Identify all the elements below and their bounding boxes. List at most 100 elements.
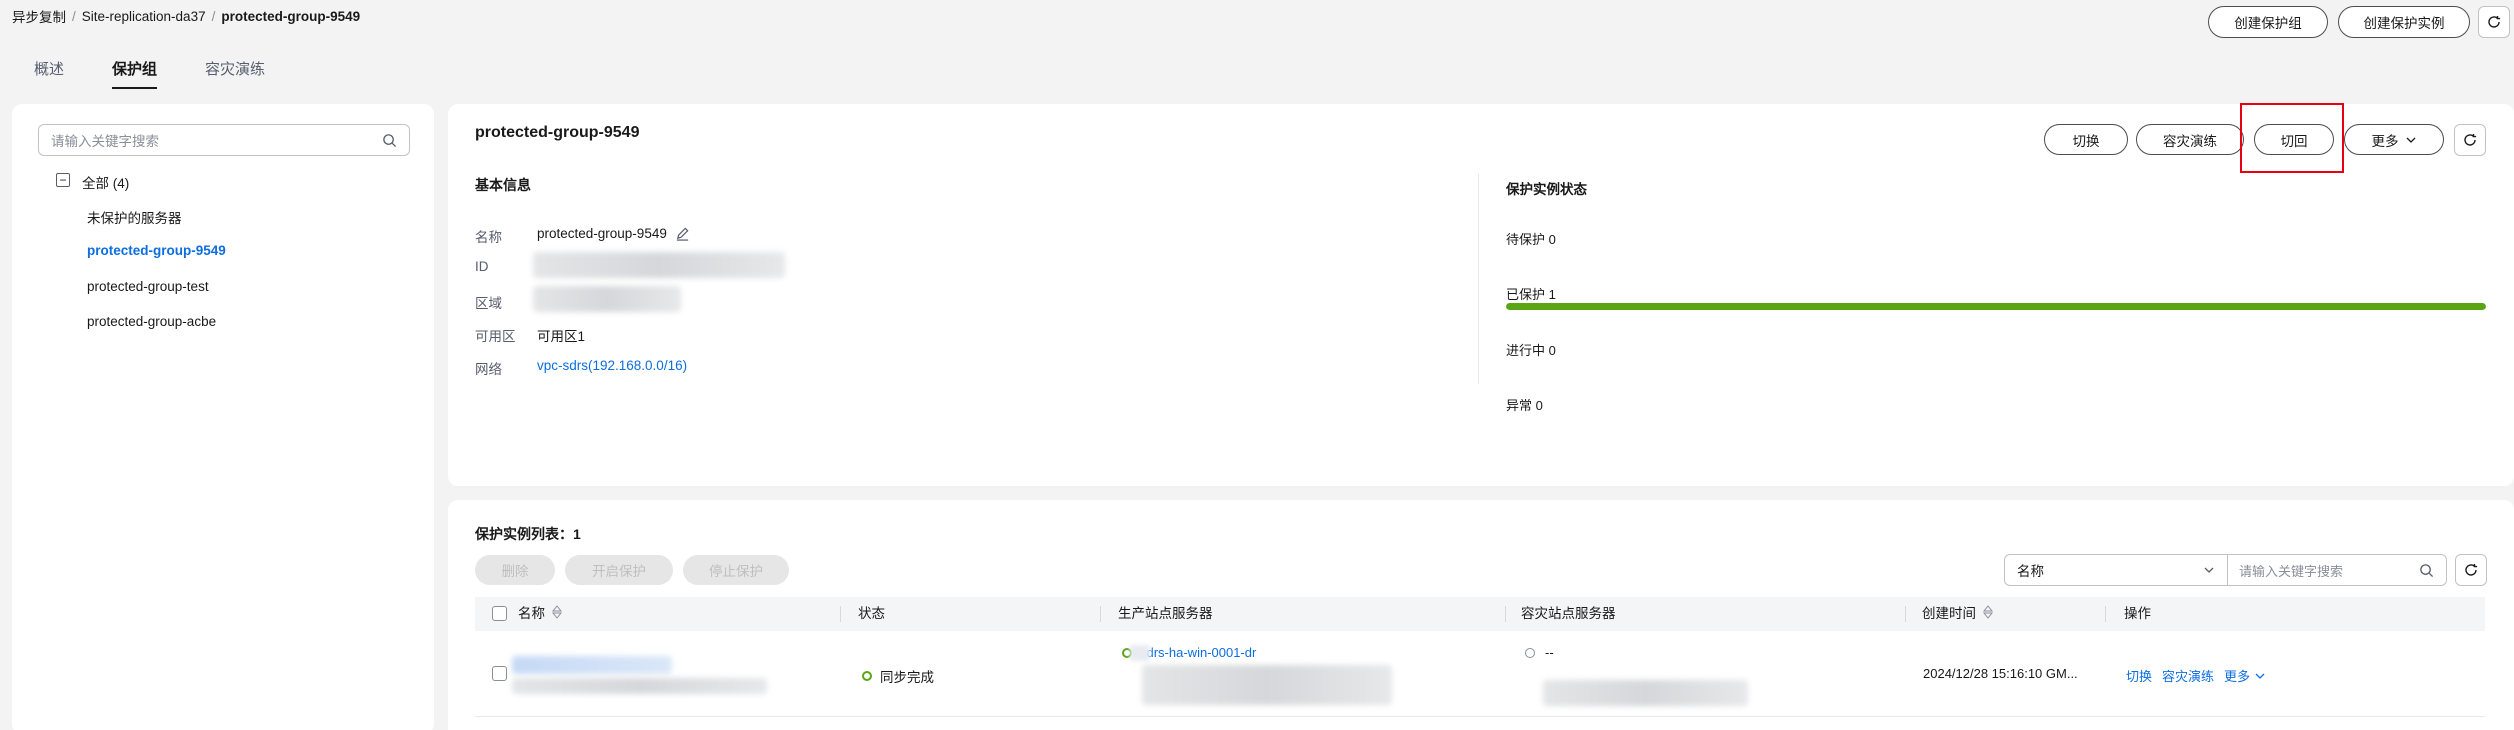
row-checkbox[interactable] xyxy=(492,666,507,681)
breadcrumb-site-replication[interactable]: Site-replication-da37 xyxy=(82,9,206,24)
highlight-box xyxy=(2240,103,2344,173)
name-value: protected-group-9549 xyxy=(537,226,667,241)
instance-list-title: 保护实例列表： xyxy=(475,526,573,542)
more-actions-dropdown[interactable]: 更多 xyxy=(2344,124,2444,155)
breadcrumb: 异步复制 / Site-replication-da37 / protected… xyxy=(12,6,360,26)
tab-dr-drill[interactable]: 容灾演练 xyxy=(205,58,265,89)
network-link[interactable]: vpc-sdrs(192.168.0.0/16) xyxy=(537,358,687,373)
refresh-page-button[interactable] xyxy=(2478,6,2510,38)
create-protection-instance-button[interactable]: 创建保护实例 xyxy=(2338,6,2470,38)
instance-count: 1 xyxy=(573,526,581,542)
protected-progress-fill xyxy=(1506,303,2486,310)
id-label: ID xyxy=(475,259,489,274)
group-detail-panel xyxy=(448,104,2514,486)
row-more-label: 更多 xyxy=(2224,669,2251,684)
tab-overview[interactable]: 概述 xyxy=(34,58,64,89)
breadcrumb-current: protected-group-9549 xyxy=(221,8,361,24)
id-value-redacted xyxy=(533,252,785,278)
column-divider xyxy=(2105,606,2106,622)
row-created-time: 2024/12/28 15:16:10 GM... xyxy=(1923,666,2078,681)
row-operations: 切换 容灾演练 更多 xyxy=(2126,666,2266,685)
sort-icon[interactable] xyxy=(551,605,563,619)
status-in-progress: 进行中 0 xyxy=(1506,343,1556,358)
column-name-label: 名称 xyxy=(518,606,545,621)
tree-item-protected-group-test[interactable]: protected-group-test xyxy=(87,279,209,294)
column-divider xyxy=(1905,606,1906,622)
az-value: 可用区1 xyxy=(537,329,586,344)
breadcrumb-separator: / xyxy=(211,8,216,24)
refresh-icon xyxy=(2488,16,2501,28)
instance-search-input[interactable]: 请输入关键字搜索 xyxy=(2227,554,2447,586)
production-server-link[interactable]: sdrs-ha-win-0001-dr xyxy=(1140,645,1256,660)
stop-protection-button[interactable]: 停止保护 xyxy=(683,555,789,585)
dr-server-cell: -- xyxy=(1525,645,1554,660)
search-icon[interactable] xyxy=(382,133,397,148)
instance-list-heading: 保护实例列表：1 xyxy=(475,524,581,544)
delete-button[interactable]: 删除 xyxy=(475,555,555,585)
column-created-time[interactable]: 创建时间 xyxy=(1922,602,1994,622)
tab-protection-group[interactable]: 保护组 xyxy=(112,58,158,89)
row-switchover-link[interactable]: 切换 xyxy=(2126,666,2152,685)
refresh-detail-button[interactable] xyxy=(2454,124,2486,156)
table-header xyxy=(475,597,2485,631)
refresh-icon xyxy=(2465,564,2478,576)
dr-server-details-redacted xyxy=(1543,680,1748,706)
column-dr-server: 容灾站点服务器 xyxy=(1521,606,1616,621)
dr-drill-button[interactable]: 容灾演练 xyxy=(2136,124,2244,155)
breadcrumb-separator: / xyxy=(72,8,76,24)
select-all-checkbox[interactable] xyxy=(492,606,507,621)
edit-icon[interactable] xyxy=(675,226,690,241)
filter-field-value: 名称 xyxy=(2017,564,2044,579)
chevron-down-icon xyxy=(2255,673,2265,679)
column-production-server: 生产站点服务器 xyxy=(1118,606,1213,621)
sidebar-search-input[interactable]: 请输入关键字搜索 xyxy=(38,124,410,156)
tree-item-protected-group-acbe[interactable]: protected-group-acbe xyxy=(87,314,216,329)
search-icon[interactable] xyxy=(2419,563,2434,578)
column-created-label: 创建时间 xyxy=(1922,606,1976,621)
instance-id-redacted xyxy=(512,678,767,694)
start-protection-button[interactable]: 开启保护 xyxy=(565,555,673,585)
protected-progress-bar xyxy=(1506,303,2486,310)
name-value-row: protected-group-9549 xyxy=(537,226,690,241)
row-more-dropdown[interactable]: 更多 xyxy=(2224,666,2266,685)
row-dr-drill-link[interactable]: 容灾演练 xyxy=(2162,666,2214,685)
column-operations: 操作 xyxy=(2124,606,2151,621)
status-pending: 待保护 0 xyxy=(1506,232,1556,247)
tree-item-protected-group-9549[interactable]: protected-group-9549 xyxy=(87,243,226,258)
filter-field-select[interactable]: 名称 xyxy=(2004,554,2228,586)
chevron-down-icon xyxy=(2204,567,2214,573)
sort-icon[interactable] xyxy=(1982,605,1994,619)
column-divider xyxy=(840,606,841,622)
tree-item-unprotected-servers[interactable]: 未保护的服务器 xyxy=(87,207,182,227)
column-name[interactable]: 名称 xyxy=(518,602,563,622)
network-label: 网络 xyxy=(475,362,502,377)
sidebar-search-placeholder: 请输入关键字搜索 xyxy=(51,134,159,149)
more-label: 更多 xyxy=(2371,133,2399,149)
switchover-button[interactable]: 切换 xyxy=(2044,124,2128,155)
tree-root-all[interactable]: 全部 (4) xyxy=(82,172,129,192)
instance-name-redacted[interactable] xyxy=(512,656,672,674)
collapse-tree-toggle[interactable]: − xyxy=(56,173,70,187)
column-divider xyxy=(1100,606,1101,622)
region-value-redacted xyxy=(533,286,681,312)
create-protection-group-button[interactable]: 创建保护组 xyxy=(2208,6,2328,38)
info-divider xyxy=(1478,174,1479,384)
status-abnormal: 异常 0 xyxy=(1506,398,1543,413)
region-label: 区域 xyxy=(475,296,502,311)
column-status: 状态 xyxy=(858,606,885,621)
row-status-label: 同步完成 xyxy=(880,670,934,685)
instance-search-placeholder: 请输入关键字搜索 xyxy=(2239,563,2344,579)
group-title: protected-group-9549 xyxy=(475,124,640,141)
status-protected: 已保护 1 xyxy=(1506,287,1556,302)
row-divider xyxy=(475,716,2485,717)
refresh-list-button[interactable] xyxy=(2455,554,2487,586)
group-sidebar xyxy=(12,104,434,730)
breadcrumb-async-replication[interactable]: 异步复制 xyxy=(12,6,66,26)
name-label: 名称 xyxy=(475,230,502,245)
basic-info-title: 基本信息 xyxy=(475,177,531,193)
stopped-status-icon xyxy=(1525,647,1535,658)
dr-server-value: -- xyxy=(1545,645,1554,660)
az-label: 可用区 xyxy=(475,329,516,344)
chevron-down-icon xyxy=(2406,137,2415,143)
instance-status-title: 保护实例状态 xyxy=(1506,182,1587,197)
